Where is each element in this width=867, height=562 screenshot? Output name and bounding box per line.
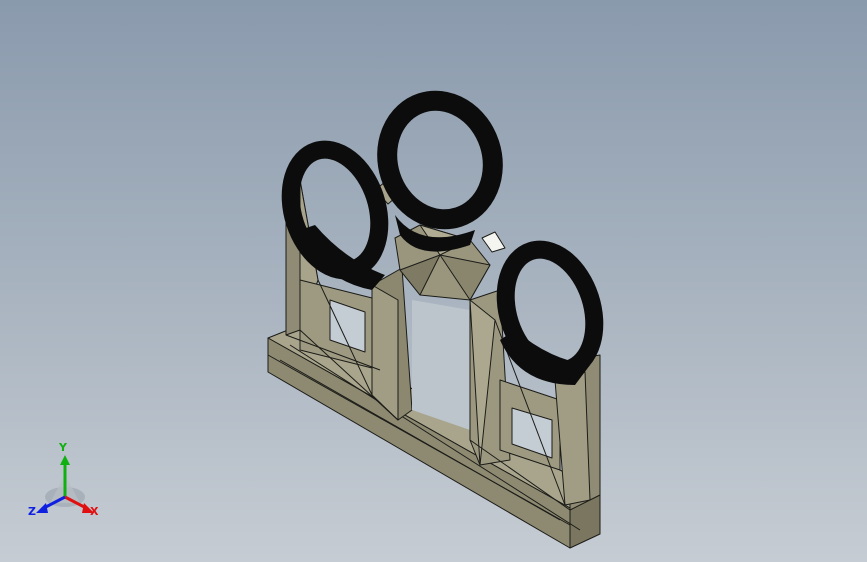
- z-axis-label: Z: [28, 505, 36, 518]
- x-axis-label: X: [90, 505, 99, 518]
- y-axis-arrow: [60, 455, 70, 465]
- hub-bright-facet: [481, 231, 506, 253]
- middle-window-opening: [412, 300, 470, 430]
- y-axis-label: Y: [59, 441, 67, 454]
- part-model-3d[interactable]: [0, 0, 867, 562]
- orientation-triad[interactable]: Y X Z: [20, 441, 110, 525]
- graphics-viewport[interactable]: Y X Z: [0, 0, 867, 562]
- z-axis-arrow: [36, 503, 48, 513]
- top-ring: [377, 90, 503, 230]
